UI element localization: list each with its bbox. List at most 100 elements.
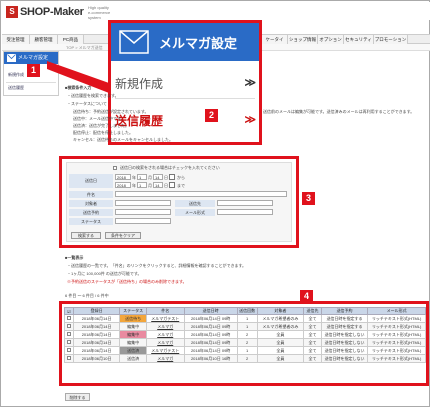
row-checkbox-box[interactable]: [66, 340, 71, 344]
cell-subject-link[interactable]: メルマガ: [145, 322, 185, 331]
from-day-select[interactable]: 14: [153, 174, 163, 180]
cell-target: 全員: [256, 346, 305, 355]
cell-reservation: 送信日時を指定しない: [320, 346, 369, 355]
cell-format: リッチテキスト形式(HTML): [367, 314, 426, 323]
row-checkbox[interactable]: [64, 330, 74, 339]
row-checkbox[interactable]: [64, 346, 74, 355]
delivery-select[interactable]: [217, 200, 273, 206]
cell-count: 2: [236, 354, 258, 363]
status-select[interactable]: [115, 218, 171, 224]
table-row: 2018年06月14日 編集中 メルマガ 2018年06月14日 09時 1 メルマガ希望…: [64, 322, 426, 331]
cell-count: 1: [236, 346, 258, 355]
to-month-select[interactable]: 1: [137, 182, 147, 188]
cell-format: リッチテキスト形式(HTML): [367, 346, 426, 355]
cell-registered: 2018年06月10日: [72, 354, 121, 363]
cell-status: 編集中: [119, 338, 147, 347]
row-checkbox-box[interactable]: [66, 316, 71, 320]
cell-count: 2: [236, 330, 258, 339]
section-heading-list: ■一覧表示: [65, 255, 84, 260]
cell-target: 全員: [256, 338, 305, 347]
info-line: キャンセル：送信待ちのメールをキャンセルしました。: [73, 137, 173, 142]
history-table-panel: ☑ 登録日 ステータス 件名 送信日時 送信回数 対象者 送信先 送信予約 メー…: [59, 301, 429, 386]
popup-item-new-label: 新規作成: [115, 77, 164, 91]
to-suffix: まで: [177, 183, 185, 188]
info-line: ・送信履歴を検索できます。: [67, 93, 119, 98]
row-checkbox[interactable]: [64, 314, 74, 323]
cell-subject-link[interactable]: メルマガ: [145, 338, 185, 347]
cell-sent-at: 2018年06月14日 09時: [183, 314, 238, 323]
reservation-select[interactable]: [115, 209, 171, 215]
cell-target: メルマガ希望者のみ: [256, 322, 305, 331]
cell-status: 編集中: [119, 330, 147, 339]
cell-reservation: 送信日時を指定する: [320, 314, 369, 323]
row-checkbox-box[interactable]: [66, 324, 71, 328]
app-frame: S SHOP-Maker High quality e-commerce sys…: [0, 0, 430, 407]
target-label: 対象者: [69, 200, 113, 207]
col-count: 送信回数: [236, 307, 258, 315]
status-label: ステータス: [69, 218, 113, 225]
info-line: 送信待ち：予約送信が設定されています。: [73, 109, 149, 114]
delete-button[interactable]: 削除する: [65, 393, 90, 401]
calendar-icon[interactable]: [169, 182, 175, 188]
chevron-right-icon: ≫: [244, 114, 255, 126]
history-table: ☑ 登録日 ステータス 件名 送信日時 送信回数 対象者 送信先 送信予約 メー…: [64, 307, 426, 363]
target-select[interactable]: [115, 200, 171, 206]
table-row: 2018年06月10日 送信済 メルマガ 2018年06月10日 16時 2 全員 全て 送信…: [64, 354, 426, 363]
cell-subject-link[interactable]: メルマガ: [145, 330, 185, 339]
row-checkbox-box[interactable]: [66, 356, 71, 360]
calendar-icon[interactable]: [169, 174, 175, 180]
table-header-row: ☑ 登録日 ステータス 件名 送信日時 送信回数 対象者 送信先 送信予約 メー…: [64, 307, 426, 315]
cell-sent-at: 2018年06月14日 09時: [183, 330, 238, 339]
to-year-select[interactable]: 2018: [115, 182, 131, 188]
search-panel: 送信日の検索をされる場合はチェックを入れてください 送信日 2018 年 1 月…: [59, 156, 299, 248]
cell-registered: 2018年06月14日: [72, 322, 121, 331]
cell-subject-link[interactable]: メルマガテスト: [145, 346, 185, 355]
cell-subject-link[interactable]: メルマガテスト: [145, 314, 185, 323]
cell-status: 送信待ち: [119, 314, 147, 323]
col-status: ステータス: [119, 307, 147, 315]
select-all-header[interactable]: ☑: [64, 307, 74, 315]
row-checkbox-box[interactable]: [66, 348, 71, 352]
table-row: 2018年06月14日 送信待ち メルマガテスト 2018年06月14日 09時 1 メル…: [64, 314, 426, 323]
row-checkbox[interactable]: [64, 354, 74, 363]
menu-zoom-popup: メルマガ設定 新規作成 ≫ 送信履歴 ≫: [108, 20, 262, 145]
search-button[interactable]: 検索する: [71, 232, 101, 239]
cell-count: 1: [236, 322, 258, 331]
popup-divider: [115, 98, 255, 99]
cell-count: 2: [236, 338, 258, 347]
row-checkbox[interactable]: [64, 322, 74, 331]
cell-destination: 全て: [303, 346, 322, 355]
clear-button[interactable]: 条件をクリア: [105, 232, 141, 239]
cell-sent-at: 2018年06月14日 09時: [183, 322, 238, 331]
cell-status: 編集中: [119, 322, 147, 331]
cell-registered: 2018年06月14日: [72, 346, 121, 355]
cell-format: リッチテキスト形式(HTML): [367, 322, 426, 331]
cell-format: リッチテキスト形式(HTML): [367, 354, 426, 363]
to-day-select[interactable]: 14: [153, 182, 163, 188]
subject-label: 件名: [69, 191, 113, 198]
search-form: 送信日の検索をされる場合はチェックを入れてください 送信日 2018 年 1 月…: [66, 162, 292, 242]
cell-reservation: 送信日時を指定しない: [320, 338, 369, 347]
cell-status: 送信済: [119, 346, 147, 355]
col-destination: 送信先: [303, 307, 322, 315]
row-checkbox[interactable]: [64, 338, 74, 347]
cell-subject-link[interactable]: メルマガ: [145, 354, 185, 363]
subject-input[interactable]: [115, 191, 287, 197]
cell-reservation: 送信日時を指定する: [320, 322, 369, 331]
from-suffix: から: [177, 175, 185, 180]
format-select[interactable]: [217, 209, 273, 215]
popup-header[interactable]: メルマガ設定: [111, 23, 259, 61]
cell-sent-at: 2018年06月10日 16時: [183, 354, 238, 363]
cell-target: 全員: [256, 330, 305, 339]
col-format: メール形式: [367, 307, 426, 315]
col-registered: 登録日: [72, 307, 121, 315]
from-month-select[interactable]: 1: [137, 174, 147, 180]
col-subject: 件名: [145, 307, 185, 315]
col-reservation: 送信予約: [320, 307, 369, 315]
date-filter-checkbox[interactable]: [113, 166, 117, 170]
row-checkbox-box[interactable]: [66, 332, 71, 336]
table-row: 2018年06月14日 送信済 メルマガテスト 2018年06月14日 09時 1 全員全…: [64, 346, 426, 355]
cell-reservation: 送信日時を指定しない: [320, 330, 369, 339]
from-year-select[interactable]: 2018: [115, 174, 131, 180]
popup-item-new[interactable]: 新規作成: [115, 75, 163, 92]
